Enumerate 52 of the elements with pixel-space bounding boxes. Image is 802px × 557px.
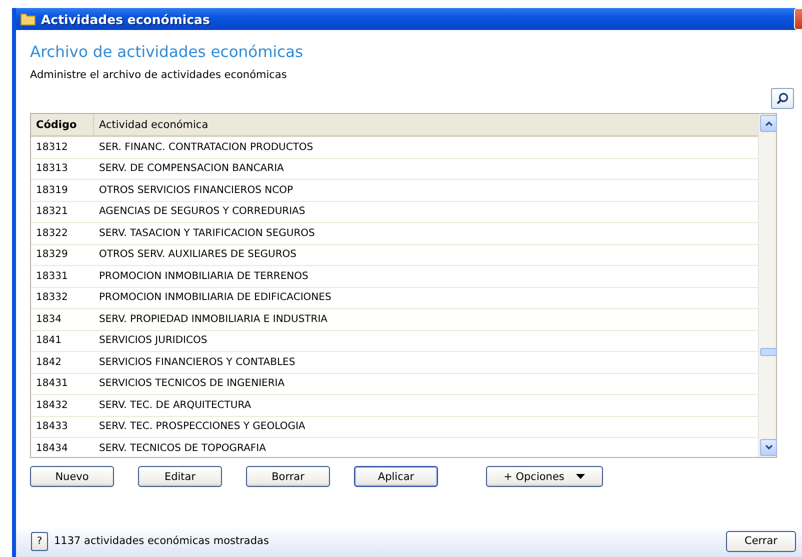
table-cell-text: 18432: [35, 398, 69, 413]
options-menu-button[interactable]: + Opciones: [486, 466, 603, 487]
table-cell-text: PROMOCION INMOBILIARIA DE TERRENOS: [98, 270, 310, 284]
table-cell-text: 18322: [35, 226, 69, 241]
table-cell-text: AGENCIAS DE SEGUROS Y CORREDURIAS: [98, 205, 306, 220]
table-cell-text: 1841: [35, 334, 62, 348]
table-cell-text: SERV. TEC. PROSPECCIONES Y GEOLOGIA: [98, 420, 306, 434]
table-cell-text: 18313: [35, 162, 69, 176]
table-cell-text: 18329: [35, 248, 69, 262]
table-cell-text: SERV. PROPIEDAD INMOBILIARIA E INDUSTRIA: [98, 312, 329, 327]
caret-down-icon: [764, 445, 772, 450]
table-cell-text: 18319: [35, 184, 69, 198]
table-cell-text: 18433: [35, 420, 69, 434]
scroll-down-button[interactable]: [760, 439, 777, 456]
search-icon: [776, 92, 789, 105]
search-button[interactable]: [771, 88, 794, 109]
table-cell-text: SERV. DE COMPENSACION BANCARIA: [98, 162, 285, 176]
page-subtitle: Administre el archivo de actividades económicas: [30, 69, 288, 81]
action-button[interactable]: Editar: [138, 466, 222, 487]
caret-up-icon: [764, 121, 772, 126]
folder-icon: [20, 12, 36, 26]
table-cell-text: 18321: [35, 205, 69, 220]
table-cell-text: OTROS SERV. AUXILIARES DE SEGUROS: [98, 248, 298, 262]
status-text: 1137 actividades económicas mostradas: [54, 535, 269, 547]
table-cell-text: SER. FINANC. CONTRATACION PRODUCTOS: [98, 140, 314, 155]
table-cell-text: 18434: [35, 442, 69, 456]
window-title: Actividades económicas: [41, 12, 210, 26]
table-cell-text: OTROS SERVICIOS FINANCIEROS NCOP: [98, 184, 294, 198]
table-cell-text: 18431: [35, 377, 69, 392]
table-cell-text: 1834: [35, 312, 62, 327]
table-cell-text: SERV. TASACION Y TARIFICACION SEGUROS: [98, 226, 316, 241]
table-cell-text: SERVICIOS TECNICOS DE INGENIERIA: [98, 377, 286, 392]
table-cell-text: SERV. TECNICOS DE TOPOGRAFIA: [98, 442, 267, 456]
scrollbar[interactable]: [758, 114, 776, 457]
action-button[interactable]: Aplicar: [354, 466, 438, 487]
close-dialog-button[interactable]: Cerrar: [726, 530, 796, 552]
table-cell-text: SERVICIOS FINANCIEROS Y CONTABLES: [98, 356, 296, 370]
table-cell-text: 18312: [35, 140, 69, 155]
table-cell-text: 18332: [35, 291, 69, 306]
table-cell-text: SERVICIOS JURIDICOS: [98, 334, 208, 348]
page-heading: Archivo de actividades económicas: [30, 43, 304, 61]
help-button[interactable]: ?: [31, 532, 48, 550]
table-cell-text: SERV. TEC. DE ARQUITECTURA: [98, 398, 252, 413]
scroll-up-button[interactable]: [760, 115, 777, 132]
table-cell-text: 1842: [35, 356, 62, 370]
scroll-thumb[interactable]: [760, 348, 777, 356]
action-button[interactable]: Nuevo: [30, 466, 114, 487]
column-header[interactable]: Código: [31, 114, 93, 135]
table-cell-text: 18331: [35, 270, 69, 284]
dropdown-caret-icon: [576, 474, 586, 479]
action-button[interactable]: Borrar: [246, 466, 330, 487]
table-cell-text: PROMOCION INMOBILIARIA DE EDIFICACIONES: [98, 291, 332, 306]
